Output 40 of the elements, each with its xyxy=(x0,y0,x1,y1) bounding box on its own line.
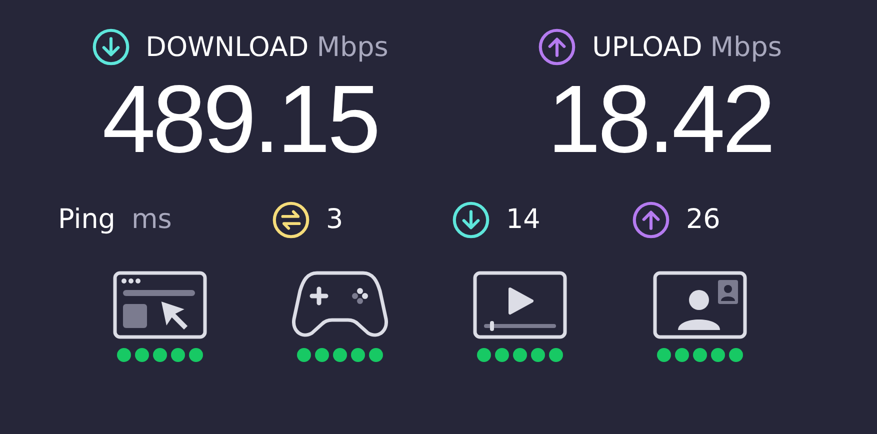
rating-dot xyxy=(495,348,509,362)
unit-label: Mbps xyxy=(710,34,782,60)
rating-dot xyxy=(549,348,563,362)
video-call-icon xyxy=(652,270,748,340)
rating-dot xyxy=(333,348,347,362)
video-player-icon xyxy=(472,270,568,340)
ping-icon xyxy=(272,201,310,239)
rating-dot xyxy=(657,348,671,362)
rating-dot xyxy=(369,348,383,362)
speed-label: UPLOAD xyxy=(592,34,702,60)
speed-value: 18.42 xyxy=(547,72,773,168)
latency-value: 14 xyxy=(506,202,540,237)
latency-value: 26 xyxy=(686,202,720,237)
rating-dot xyxy=(189,348,203,362)
ping-label: Ping xyxy=(58,202,116,237)
speed-value: 489.15 xyxy=(102,72,378,168)
rating-dot xyxy=(153,348,167,362)
download-icon xyxy=(452,201,490,239)
rating-dot xyxy=(117,348,131,362)
rating-dot xyxy=(531,348,545,362)
rating-dot xyxy=(693,348,707,362)
speed-label: DOWNLOAD xyxy=(146,34,309,60)
rating-dot xyxy=(675,348,689,362)
browsing-icon xyxy=(112,270,208,340)
download-icon xyxy=(92,28,130,66)
rating-dot xyxy=(729,348,743,362)
rating-dot xyxy=(315,348,329,362)
rating-dot xyxy=(297,348,311,362)
unit-label: Mbps xyxy=(316,34,388,60)
rating-dot xyxy=(711,348,725,362)
rating-dot xyxy=(477,348,491,362)
unit-label: ms xyxy=(131,202,172,237)
latency-value: 3 xyxy=(326,202,344,237)
gamepad-icon xyxy=(292,270,388,340)
rating-dot xyxy=(513,348,527,362)
upload-icon xyxy=(538,28,576,66)
rating-dot xyxy=(135,348,149,362)
upload-icon xyxy=(632,201,670,239)
rating-dot xyxy=(171,348,185,362)
rating-dot xyxy=(351,348,365,362)
